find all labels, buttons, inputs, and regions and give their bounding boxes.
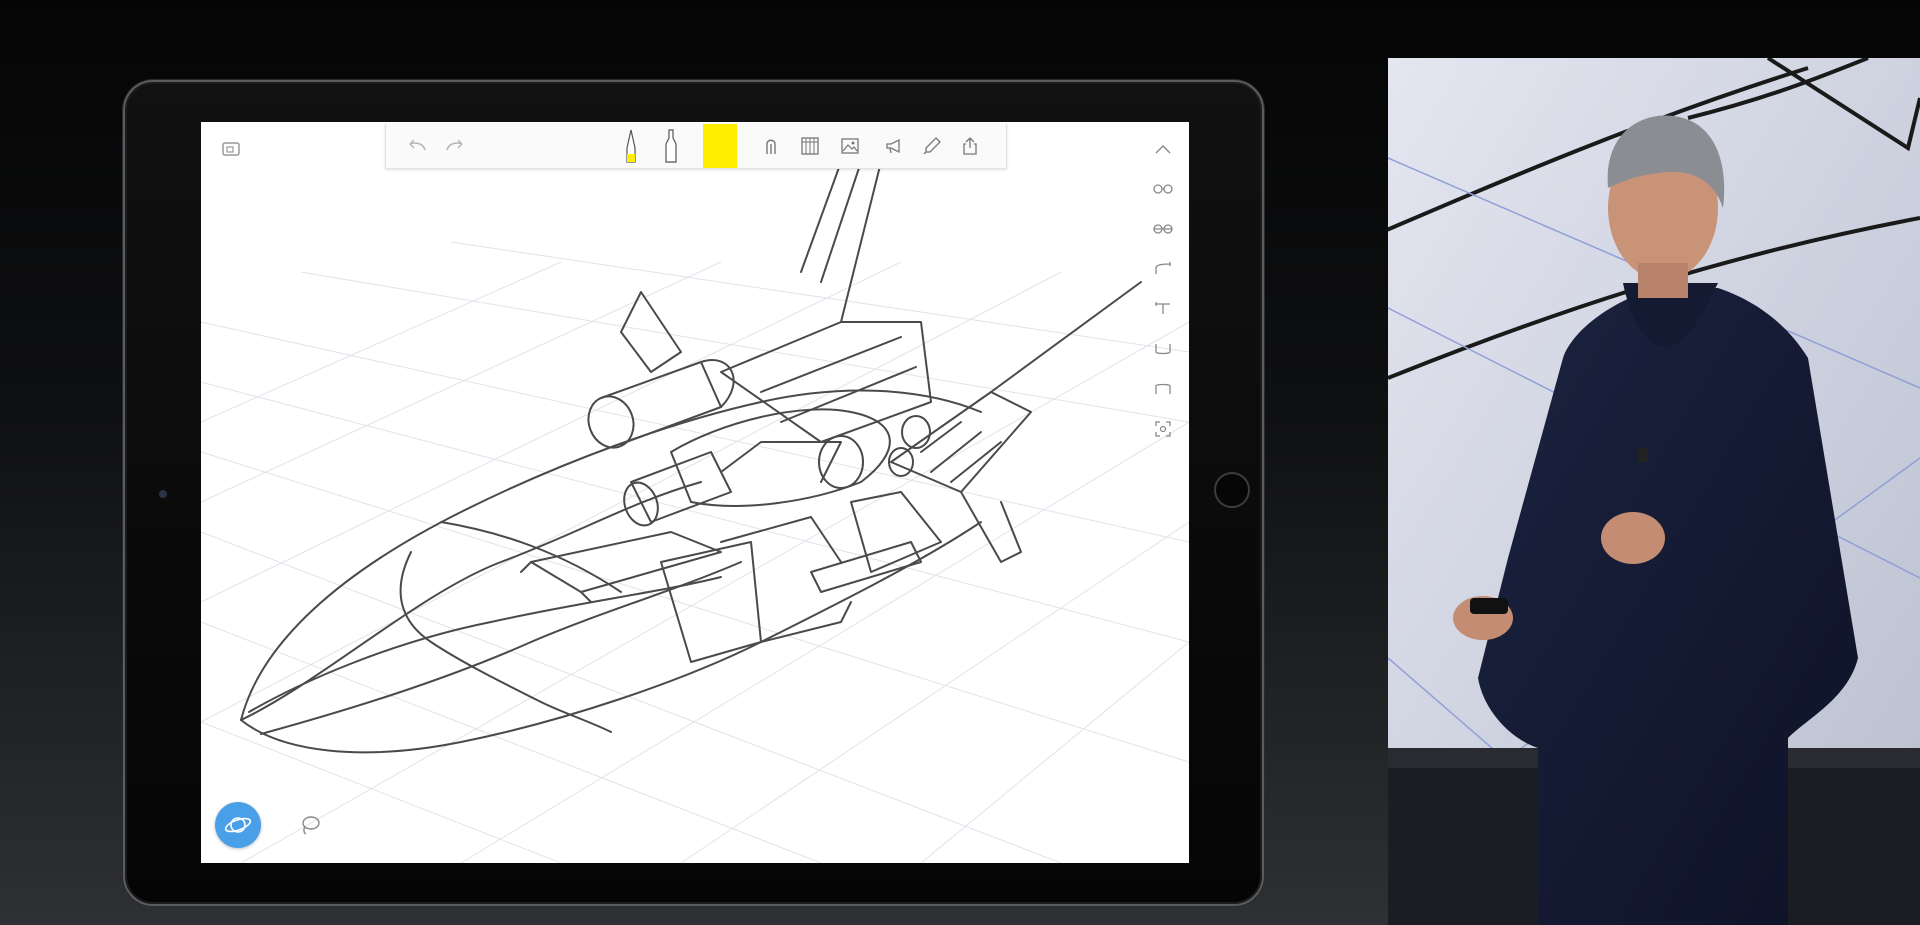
rail-icon[interactable]: [760, 134, 784, 158]
presenter-video: [1388, 58, 1920, 925]
camera-view-icon[interactable]: [219, 137, 243, 161]
chevron-up-icon[interactable]: [1149, 136, 1177, 162]
pen-nib-icon[interactable]: [920, 134, 944, 158]
link-both-icon[interactable]: [1149, 176, 1177, 202]
active-color-swatch[interactable]: [703, 124, 737, 168]
main-toolbar: [385, 124, 1007, 169]
redo-arrow-icon[interactable]: [444, 134, 468, 158]
marker-icon[interactable]: [659, 128, 683, 164]
image-icon[interactable]: [838, 134, 862, 158]
home-button[interactable]: [1214, 472, 1250, 508]
bracket-bottom-icon[interactable]: [1149, 336, 1177, 362]
share-icon[interactable]: [958, 134, 982, 158]
perspective-grid: [201, 241, 1189, 863]
ipad-device: [123, 80, 1264, 906]
spaceship-sketch: [240, 161, 1142, 754]
bracket-top-icon[interactable]: [1149, 376, 1177, 402]
camera: [159, 490, 167, 498]
link-detach-icon[interactable]: [1149, 216, 1177, 242]
sketch-canvas[interactable]: [201, 122, 1189, 863]
curve-end-icon[interactable]: [1149, 296, 1177, 322]
frame-select-icon[interactable]: [1149, 416, 1177, 442]
pencil-icon[interactable]: [619, 128, 643, 164]
lasso-icon[interactable]: [297, 812, 323, 838]
megaphone-icon[interactable]: [882, 134, 906, 158]
app-screen: [201, 122, 1189, 863]
orbit-icon[interactable]: [215, 802, 261, 848]
curve-start-icon[interactable]: [1149, 256, 1177, 282]
presenter-image: [1388, 58, 1920, 925]
grid-icon[interactable]: [798, 134, 822, 158]
undo-arrow-icon[interactable]: [404, 134, 428, 158]
